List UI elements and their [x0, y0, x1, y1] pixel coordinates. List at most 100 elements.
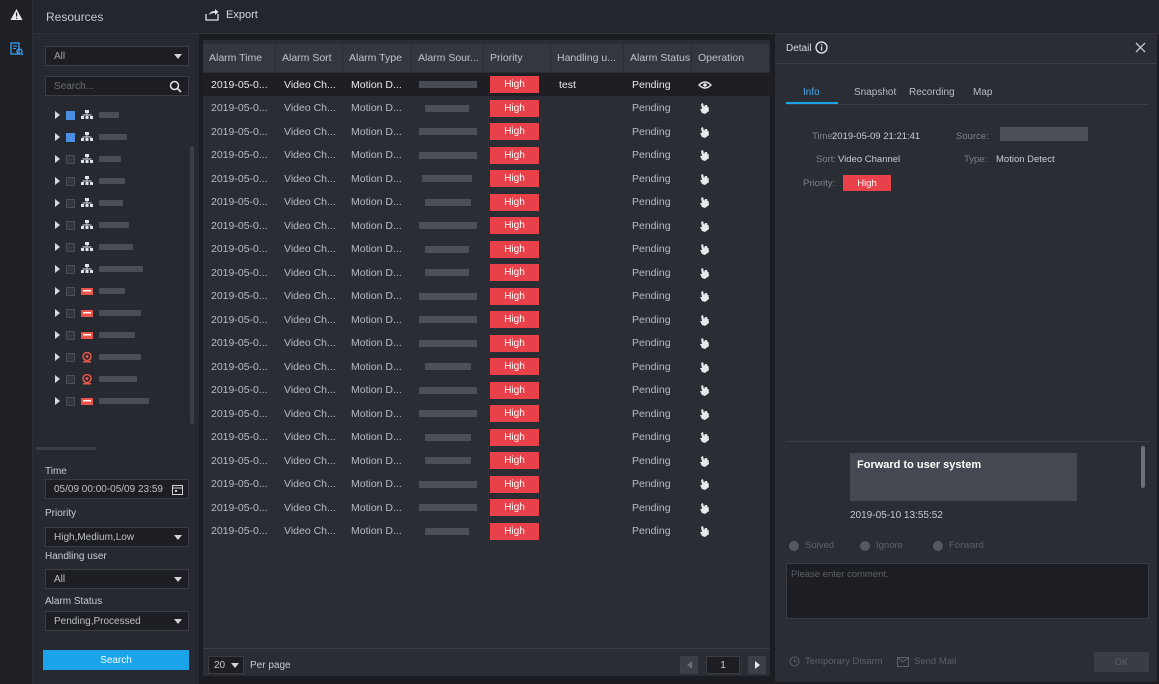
- send-mail-button[interactable]: Send Mail: [897, 656, 956, 667]
- search-icon[interactable]: [169, 80, 182, 93]
- expand-icon[interactable]: [55, 309, 60, 317]
- hand-icon[interactable]: [698, 402, 710, 425]
- tree-node[interactable]: [55, 370, 137, 388]
- tree-node[interactable]: [55, 260, 143, 278]
- tree-node[interactable]: [55, 172, 125, 190]
- table-row[interactable]: 2019-05-0... Video Ch... Motion D... High Pe…: [203, 426, 770, 449]
- column-header[interactable]: Priority: [484, 44, 551, 72]
- hand-icon[interactable]: [698, 355, 710, 378]
- tab-map[interactable]: Map: [973, 87, 992, 98]
- expand-icon[interactable]: [55, 221, 60, 229]
- table-row[interactable]: 2019-05-0... Video Ch... Motion D... High Pe…: [203, 144, 770, 167]
- table-row[interactable]: 2019-05-0... Video Ch... Motion D... High Pe…: [203, 238, 770, 261]
- checkbox[interactable]: [66, 396, 75, 406]
- table-row[interactable]: 2019-05-0... Video Ch... Motion D... High Pe…: [203, 520, 770, 543]
- checkbox[interactable]: [66, 352, 75, 362]
- radio-forward[interactable]: Forward: [933, 540, 984, 551]
- export-button[interactable]: Export: [205, 8, 258, 21]
- expand-icon[interactable]: [55, 133, 60, 141]
- hand-icon[interactable]: [698, 238, 710, 261]
- table-row[interactable]: 2019-05-0... Video Ch... Motion D... High Pe…: [203, 332, 770, 355]
- expand-icon[interactable]: [55, 155, 60, 163]
- temporary-disarm-button[interactable]: Temporary Disarm: [789, 656, 883, 667]
- radio-solved[interactable]: Solved: [789, 540, 834, 551]
- checkbox[interactable]: [66, 264, 75, 274]
- checkbox[interactable]: [66, 132, 75, 142]
- table-row[interactable]: 2019-05-0... Video Ch... Motion D... High Pe…: [203, 285, 770, 308]
- info-icon[interactable]: [815, 41, 828, 54]
- tab-info[interactable]: Info: [803, 87, 820, 98]
- table-row[interactable]: 2019-05-0... Video Ch... Motion D... High Pe…: [203, 261, 770, 284]
- checkbox[interactable]: [66, 220, 75, 230]
- hand-icon[interactable]: [698, 191, 710, 214]
- comment-textarea[interactable]: Please enter comment.: [786, 563, 1149, 619]
- expand-icon[interactable]: [55, 331, 60, 339]
- tree-node[interactable]: [55, 238, 133, 256]
- hand-icon[interactable]: [698, 308, 710, 331]
- hand-icon[interactable]: [698, 261, 710, 284]
- tree-node[interactable]: [55, 194, 123, 212]
- hand-icon[interactable]: [698, 426, 710, 449]
- checkbox[interactable]: [66, 286, 75, 296]
- org-select[interactable]: All: [45, 46, 189, 66]
- tree-node[interactable]: [55, 150, 121, 168]
- checkbox[interactable]: [66, 110, 75, 120]
- hand-icon[interactable]: [698, 473, 710, 496]
- tab-recording[interactable]: Recording: [909, 87, 955, 98]
- prev-page-button[interactable]: [680, 656, 698, 674]
- checkbox[interactable]: [66, 242, 75, 252]
- hand-icon[interactable]: [698, 496, 710, 519]
- alarm-status-select[interactable]: Pending,Processed: [45, 611, 189, 631]
- checkbox[interactable]: [66, 308, 75, 318]
- column-header[interactable]: Operation: [692, 44, 770, 72]
- tree-node[interactable]: [55, 392, 149, 410]
- hand-icon[interactable]: [698, 120, 710, 143]
- history-scrollbar[interactable]: [1141, 446, 1145, 488]
- hand-icon[interactable]: [698, 144, 710, 167]
- hand-icon[interactable]: [698, 97, 710, 120]
- column-header[interactable]: Alarm Type: [343, 44, 412, 72]
- table-row[interactable]: 2019-05-0... Video Ch... Motion D... High Pe…: [203, 120, 770, 143]
- expand-icon[interactable]: [55, 397, 60, 405]
- tree-node[interactable]: [55, 282, 125, 300]
- table-row[interactable]: 2019-05-0... Video Ch... Motion D... High Pe…: [203, 496, 770, 519]
- checkbox[interactable]: [66, 198, 75, 208]
- tree-node[interactable]: [55, 348, 141, 366]
- per-page-select[interactable]: 20: [208, 656, 244, 674]
- table-row[interactable]: 2019-05-0... Video Ch... Motion D... High Pe…: [203, 214, 770, 237]
- table-row[interactable]: 2019-05-0... Video Ch... Motion D... High Pe…: [203, 191, 770, 214]
- checkbox[interactable]: [66, 176, 75, 186]
- alarm-query-icon[interactable]: [6, 38, 27, 59]
- search-button[interactable]: Search: [43, 650, 189, 670]
- radio-ignore[interactable]: Ignore: [860, 540, 903, 551]
- expand-icon[interactable]: [55, 111, 60, 119]
- checkbox[interactable]: [66, 374, 75, 384]
- hand-icon[interactable]: [698, 520, 710, 543]
- ok-button[interactable]: OK: [1094, 652, 1149, 672]
- table-row[interactable]: 2019-05-0... Video Ch... Motion D... High Pe…: [203, 449, 770, 472]
- close-icon[interactable]: [1135, 42, 1146, 53]
- column-header[interactable]: Alarm Sort: [276, 44, 343, 72]
- table-row[interactable]: 2019-05-0... Video Ch... Motion D... High Pe…: [203, 473, 770, 496]
- hand-icon[interactable]: [698, 214, 710, 237]
- expand-icon[interactable]: [55, 199, 60, 207]
- expand-icon[interactable]: [55, 265, 60, 273]
- column-header[interactable]: Alarm Time: [203, 44, 276, 72]
- next-page-button[interactable]: [748, 656, 766, 674]
- hand-icon[interactable]: [698, 167, 710, 190]
- column-header[interactable]: Alarm Status: [624, 44, 692, 72]
- table-row[interactable]: 2019-05-0... Video Ch... Motion D... High Pe…: [203, 379, 770, 402]
- column-header[interactable]: Handling u...: [551, 44, 624, 72]
- hand-icon[interactable]: [698, 449, 710, 472]
- expand-icon[interactable]: [55, 177, 60, 185]
- tree-node[interactable]: [55, 106, 119, 124]
- tab-snapshot[interactable]: Snapshot: [854, 87, 896, 98]
- column-header[interactable]: Alarm Sour...: [412, 44, 484, 72]
- handling-user-select[interactable]: All: [45, 569, 189, 589]
- table-row[interactable]: 2019-05-0... Video Ch... Motion D... High te…: [203, 73, 770, 96]
- tree-h-scrollbar[interactable]: [36, 447, 96, 450]
- priority-select[interactable]: High,Medium,Low: [45, 527, 189, 547]
- view-icon[interactable]: [698, 73, 712, 96]
- table-row[interactable]: 2019-05-0... Video Ch... Motion D... High Pe…: [203, 97, 770, 120]
- table-row[interactable]: 2019-05-0... Video Ch... Motion D... High Pe…: [203, 308, 770, 331]
